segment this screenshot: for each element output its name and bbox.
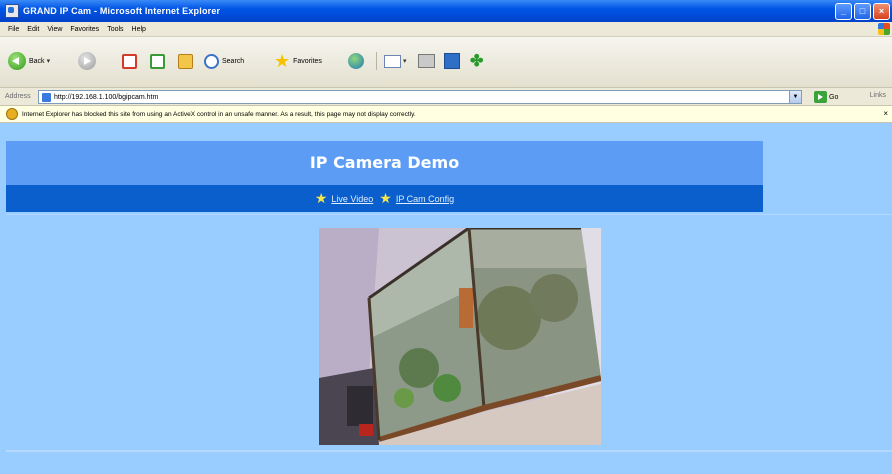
go-arrow-icon (814, 91, 827, 103)
address-input[interactable]: http://192.168.1.100/bgipcam.htm ▼ (38, 90, 802, 104)
window-title-bar: GRAND IP Cam - Microsoft Internet Explor… (0, 0, 892, 22)
refresh-icon (150, 53, 165, 69)
ie-app-icon[interactable] (5, 4, 19, 18)
favorites-button[interactable]: ★ Favorites (274, 51, 322, 71)
address-label: Address (5, 93, 31, 100)
star-bullet-icon: ★ (379, 190, 392, 206)
browser-toolbar: Back ▾ Search ★ Favorites ▾ ✤ (0, 37, 892, 88)
window-controls: _ □ × (835, 3, 890, 20)
address-url: http://192.168.1.100/bgipcam.htm (54, 93, 159, 101)
mail-button[interactable]: ▾ (384, 51, 407, 71)
star-bullet-icon: ★ (314, 190, 328, 206)
go-button[interactable]: Go (814, 91, 838, 103)
home-button[interactable] (178, 51, 193, 71)
back-button[interactable]: Back ▾ (8, 51, 50, 71)
media-icon (348, 53, 364, 69)
messenger-button[interactable]: ✤ (470, 51, 483, 71)
search-button[interactable]: Search (204, 51, 244, 71)
windows-logo-icon (878, 23, 890, 35)
page-title: IP Camera Demo (309, 153, 460, 172)
printer-icon (418, 54, 435, 68)
camera-frame-graphic (319, 228, 601, 445)
content-divider (6, 214, 892, 215)
favorites-label: Favorites (293, 57, 322, 65)
print-button[interactable] (418, 51, 435, 71)
back-label: Back (29, 57, 45, 65)
close-button[interactable]: × (873, 3, 890, 20)
menu-help[interactable]: Help (132, 26, 146, 33)
edit-page-icon (444, 53, 460, 69)
menu-edit[interactable]: Edit (27, 26, 39, 33)
information-bar[interactable]: Internet Explorer has blocked this site … (0, 106, 892, 123)
warning-shield-icon (6, 108, 18, 120)
information-bar-close-icon[interactable]: × (883, 109, 888, 118)
messenger-icon: ✤ (470, 53, 484, 70)
menu-bar: File Edit View Favorites Tools Help (0, 22, 892, 37)
bottom-divider (6, 450, 892, 452)
page-icon (42, 92, 51, 102)
nav-item-ip-cam-config: ★ IP Cam Config (379, 190, 454, 207)
search-icon (204, 53, 219, 69)
address-dropdown-icon[interactable]: ▼ (789, 91, 801, 103)
go-label: Go (829, 93, 839, 101)
mail-icon (384, 54, 401, 68)
page-banner: IP Camera Demo (6, 141, 763, 185)
address-bar: Address http://192.168.1.100/bgipcam.htm… (0, 88, 892, 106)
links-button[interactable]: Links (870, 92, 886, 99)
forward-arrow-icon (78, 52, 96, 70)
search-label: Search (222, 57, 245, 65)
live-camera-image (319, 228, 601, 445)
menu-favorites[interactable]: Favorites (70, 26, 99, 33)
minimize-button[interactable]: _ (835, 3, 852, 20)
maximize-button[interactable]: □ (854, 3, 871, 20)
nav-item-live-video: ★ Live Video (315, 190, 373, 207)
forward-button[interactable] (78, 51, 96, 71)
live-video-link[interactable]: Live Video (331, 194, 373, 204)
back-dropdown-icon[interactable]: ▾ (47, 57, 51, 65)
ip-cam-config-link[interactable]: IP Cam Config (396, 194, 454, 204)
page-nav: ★ Live Video ★ IP Cam Config (6, 185, 763, 212)
toolbar-separator (372, 51, 381, 71)
information-bar-message: Internet Explorer has blocked this site … (22, 110, 416, 118)
media-button[interactable] (348, 51, 364, 71)
page-content: IP Camera Demo ★ Live Video ★ IP Cam Con… (0, 123, 892, 474)
mail-dropdown-icon[interactable]: ▾ (403, 57, 407, 65)
stop-button[interactable] (122, 51, 137, 71)
edit-button[interactable] (444, 51, 460, 71)
menu-view[interactable]: View (47, 26, 62, 33)
back-arrow-icon (8, 52, 26, 70)
favorites-star-icon: ★ (274, 51, 291, 71)
menu-file[interactable]: File (8, 26, 19, 33)
stop-icon (122, 53, 137, 69)
refresh-button[interactable] (150, 51, 165, 71)
home-icon (178, 53, 193, 69)
window-title: GRAND IP Cam - Microsoft Internet Explor… (23, 6, 221, 16)
menu-tools[interactable]: Tools (107, 26, 123, 33)
